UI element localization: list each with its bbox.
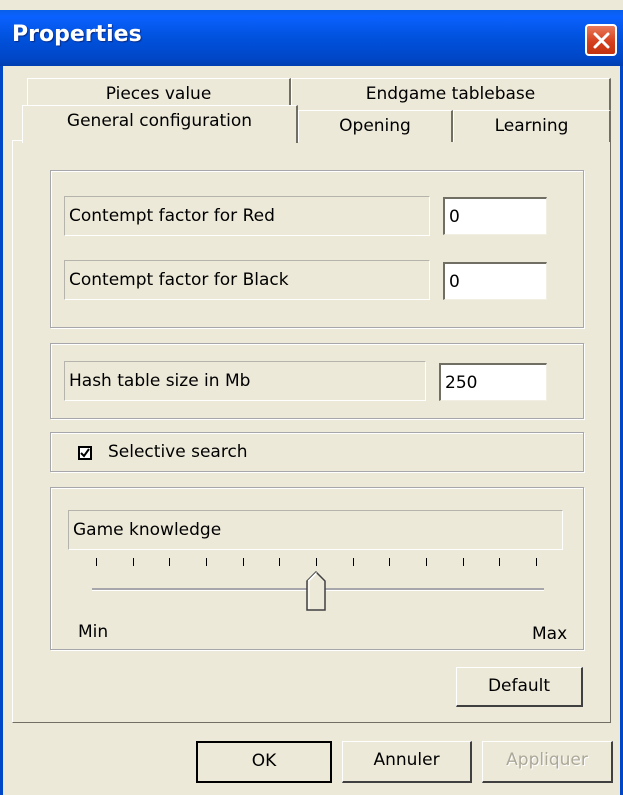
slider-tick (279, 558, 281, 566)
close-button[interactable] (585, 24, 617, 56)
slider-thumb-shape (306, 570, 326, 611)
default-button[interactable]: Default (456, 667, 583, 707)
tab-label: Opening (339, 116, 411, 136)
slider-tick (462, 558, 464, 566)
slider-tick (206, 558, 207, 566)
contempt-black-label: Contempt factor for Black (64, 260, 430, 300)
contempt-group (50, 170, 584, 328)
slider-max-label: Max (532, 624, 568, 644)
slider-tick (316, 558, 317, 566)
slider-tick (132, 558, 134, 566)
tab-endgame-tablebase[interactable]: Endgame tablebase (291, 78, 611, 110)
slider-tick (169, 558, 171, 566)
contempt-black-input[interactable] (443, 262, 547, 300)
close-icon (593, 32, 610, 49)
slider-tick (426, 558, 427, 566)
slider-thumb[interactable] (306, 570, 326, 611)
tab-opening[interactable]: Opening (298, 110, 453, 142)
selective-search-checkbox[interactable] (78, 446, 92, 460)
slider-tick (499, 558, 501, 566)
tab-label: Learning (494, 116, 569, 136)
game-knowledge-label: Game knowledge (68, 510, 563, 550)
tab-label: Endgame tablebase (365, 84, 536, 104)
selective-search-label: Selective search (108, 442, 248, 462)
hash-size-input[interactable] (439, 363, 547, 401)
slider-min-label: Min (78, 622, 109, 642)
title-bar: Properties (0, 10, 623, 66)
tab-general-configuration[interactable]: General configuration (22, 105, 298, 143)
slider-tick (242, 558, 244, 566)
ok-button[interactable]: OK (196, 741, 332, 783)
hash-label: Hash table size in Mb (64, 361, 426, 401)
checkmark-icon (80, 448, 90, 458)
contempt-red-input[interactable] (443, 197, 547, 235)
tab-label: General configuration (66, 111, 253, 131)
tab-label: Pieces value (105, 84, 212, 104)
slider-tick (536, 558, 537, 566)
slider-tick (389, 558, 391, 566)
slider-tick (96, 558, 97, 566)
cancel-button[interactable]: Annuler (342, 741, 472, 783)
contempt-red-label: Contempt factor for Red (64, 196, 430, 236)
tab-learning[interactable]: Learning (453, 110, 611, 142)
window-title: Properties (12, 22, 142, 47)
apply-button[interactable]: Appliquer (482, 741, 613, 783)
slider-tick (352, 558, 354, 566)
